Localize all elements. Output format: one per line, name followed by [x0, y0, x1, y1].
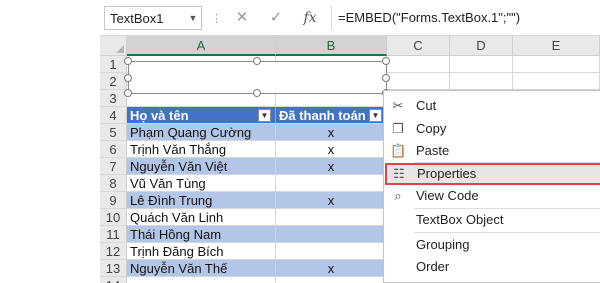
row-header-10[interactable]: 10: [100, 209, 127, 226]
row-header-9[interactable]: 9: [100, 192, 127, 209]
close-icon[interactable]: ✕: [231, 7, 253, 29]
table-cell-name[interactable]: Thái Hồng Nam: [127, 226, 276, 243]
table-cell-name[interactable]: Trịnh Văn Thắng: [127, 141, 276, 158]
menu-item-paste[interactable]: 📋 Paste: [384, 140, 600, 162]
menu-item-view-code[interactable]: ⌕ View Code: [384, 185, 600, 207]
properties-icon: ☷: [393, 166, 405, 181]
excel-window: TextBox1 ▼ ⋮ ✕ ✓ fx =EMBED("Forms.TextBo…: [100, 0, 600, 283]
row-header-13[interactable]: 13: [100, 260, 127, 277]
menu-item-view-code-label: View Code: [416, 188, 479, 203]
menu-item-grouping-label: Grouping: [416, 237, 470, 252]
name-box-dropdown-icon[interactable]: ▼: [184, 6, 202, 30]
row-header-1[interactable]: 1: [100, 56, 127, 73]
cell-c2[interactable]: [387, 73, 450, 90]
table-cell-paid[interactable]: x: [276, 158, 387, 175]
table-cell-paid[interactable]: [276, 209, 387, 226]
filter-dropdown-icon[interactable]: ▼: [369, 109, 382, 122]
resize-handle-left[interactable]: [124, 74, 132, 82]
row-header-6[interactable]: 6: [100, 141, 127, 158]
resize-handle-bottom[interactable]: [253, 89, 261, 97]
column-header-d[interactable]: D: [450, 36, 513, 56]
table-cell-name[interactable]: Nguyễn Văn Việt: [127, 158, 276, 175]
menu-item-textbox-object-label: TextBox Object: [416, 212, 504, 227]
menu-item-properties-label: Properties: [417, 166, 477, 181]
row-header-7[interactable]: 7: [100, 158, 127, 175]
cell-d2[interactable]: [450, 73, 513, 90]
table-cell-paid[interactable]: [276, 175, 387, 192]
row-header-14[interactable]: 14: [100, 277, 127, 283]
row-header-8[interactable]: 8: [100, 175, 127, 192]
row-header-3[interactable]: 3: [100, 90, 127, 107]
textbox-control[interactable]: [124, 57, 390, 97]
row-header-12[interactable]: 12: [100, 243, 127, 260]
cell-c1[interactable]: [387, 56, 450, 73]
menu-item-copy-label: Copy: [416, 121, 447, 136]
cell-b14[interactable]: [276, 277, 387, 283]
check-icon[interactable]: ✓: [265, 7, 287, 29]
formula-bar: TextBox1 ▼ ⋮ ✕ ✓ fx =EMBED("Forms.TextBo…: [100, 0, 600, 36]
resize-handle-bottom-left[interactable]: [124, 89, 132, 97]
column-header-a[interactable]: A: [127, 36, 276, 56]
copy-icon: ❐: [392, 121, 404, 136]
table-header-name-label: Họ và tên: [130, 108, 189, 123]
menu-item-copy[interactable]: ❐ Copy: [384, 118, 600, 140]
menu-separator: [414, 232, 600, 233]
table-cell-name[interactable]: Trịnh Đăng Bích: [127, 243, 276, 260]
row-header-5[interactable]: 5: [100, 124, 127, 141]
scissors-icon: ✂: [392, 98, 404, 113]
cell-a14[interactable]: [127, 277, 276, 283]
table-header-paid-label: Đã thanh toán: [279, 108, 366, 123]
table-cell-paid[interactable]: [276, 243, 387, 260]
table-cell-name[interactable]: Nguyễn Văn Thế: [127, 260, 276, 277]
formula-bar-grip: ⋮: [211, 13, 222, 25]
resize-handle-top-left[interactable]: [124, 57, 132, 65]
resize-handle-top[interactable]: [253, 57, 261, 65]
table-cell-name[interactable]: Lê Đình Trung: [127, 192, 276, 209]
fx-icon[interactable]: fx: [299, 7, 321, 29]
menu-item-properties[interactable]: ☷ Properties: [385, 163, 600, 185]
formula-input[interactable]: =EMBED("Forms.TextBox.1";""): [331, 6, 600, 30]
table-cell-name[interactable]: Vũ Văn Tùng: [127, 175, 276, 192]
resize-handle-top-right[interactable]: [382, 57, 390, 65]
table-cell-paid[interactable]: x: [276, 260, 387, 277]
column-header-c[interactable]: C: [387, 36, 450, 56]
menu-item-cut[interactable]: ✂ Cut: [384, 95, 600, 117]
view-code-icon: ⌕: [394, 188, 402, 203]
table-header-paid[interactable]: Đã thanh toán ▼: [276, 107, 387, 124]
menu-item-order[interactable]: Order ▶: [384, 256, 600, 278]
menu-item-grouping[interactable]: Grouping ▶: [384, 234, 600, 256]
row-header-4[interactable]: 4: [100, 107, 127, 124]
table-cell-name[interactable]: Phạm Quang Cường: [127, 124, 276, 141]
table-header-name[interactable]: Họ và tên ▼: [127, 107, 276, 124]
column-header-e[interactable]: E: [513, 36, 600, 56]
row-header-11[interactable]: 11: [100, 226, 127, 243]
table-cell-paid[interactable]: x: [276, 141, 387, 158]
menu-item-textbox-object[interactable]: TextBox Object ▶: [384, 209, 600, 231]
table-cell-paid[interactable]: x: [276, 192, 387, 209]
resize-handle-right[interactable]: [382, 74, 390, 82]
context-menu: ✂ Cut ❐ Copy 📋 Paste ☷ Properties ⌕ View…: [383, 90, 600, 283]
table-cell-paid[interactable]: x: [276, 124, 387, 141]
paste-icon: 📋: [390, 143, 407, 158]
table-cell-name[interactable]: Quách Văn Linh: [127, 209, 276, 226]
menu-item-paste-label: Paste: [416, 143, 450, 158]
row-header-2[interactable]: 2: [100, 73, 127, 90]
cell-e2[interactable]: [513, 73, 600, 90]
menu-item-order-label: Order: [416, 259, 450, 274]
select-all-triangle-icon: [116, 45, 124, 53]
select-all-button[interactable]: [100, 36, 127, 56]
cell-d1[interactable]: [450, 56, 513, 73]
table-cell-paid[interactable]: [276, 226, 387, 243]
menu-item-cut-label: Cut: [416, 98, 437, 113]
filter-dropdown-icon[interactable]: ▼: [258, 109, 271, 122]
column-header-b[interactable]: B: [276, 36, 387, 56]
cell-e1[interactable]: [513, 56, 600, 73]
